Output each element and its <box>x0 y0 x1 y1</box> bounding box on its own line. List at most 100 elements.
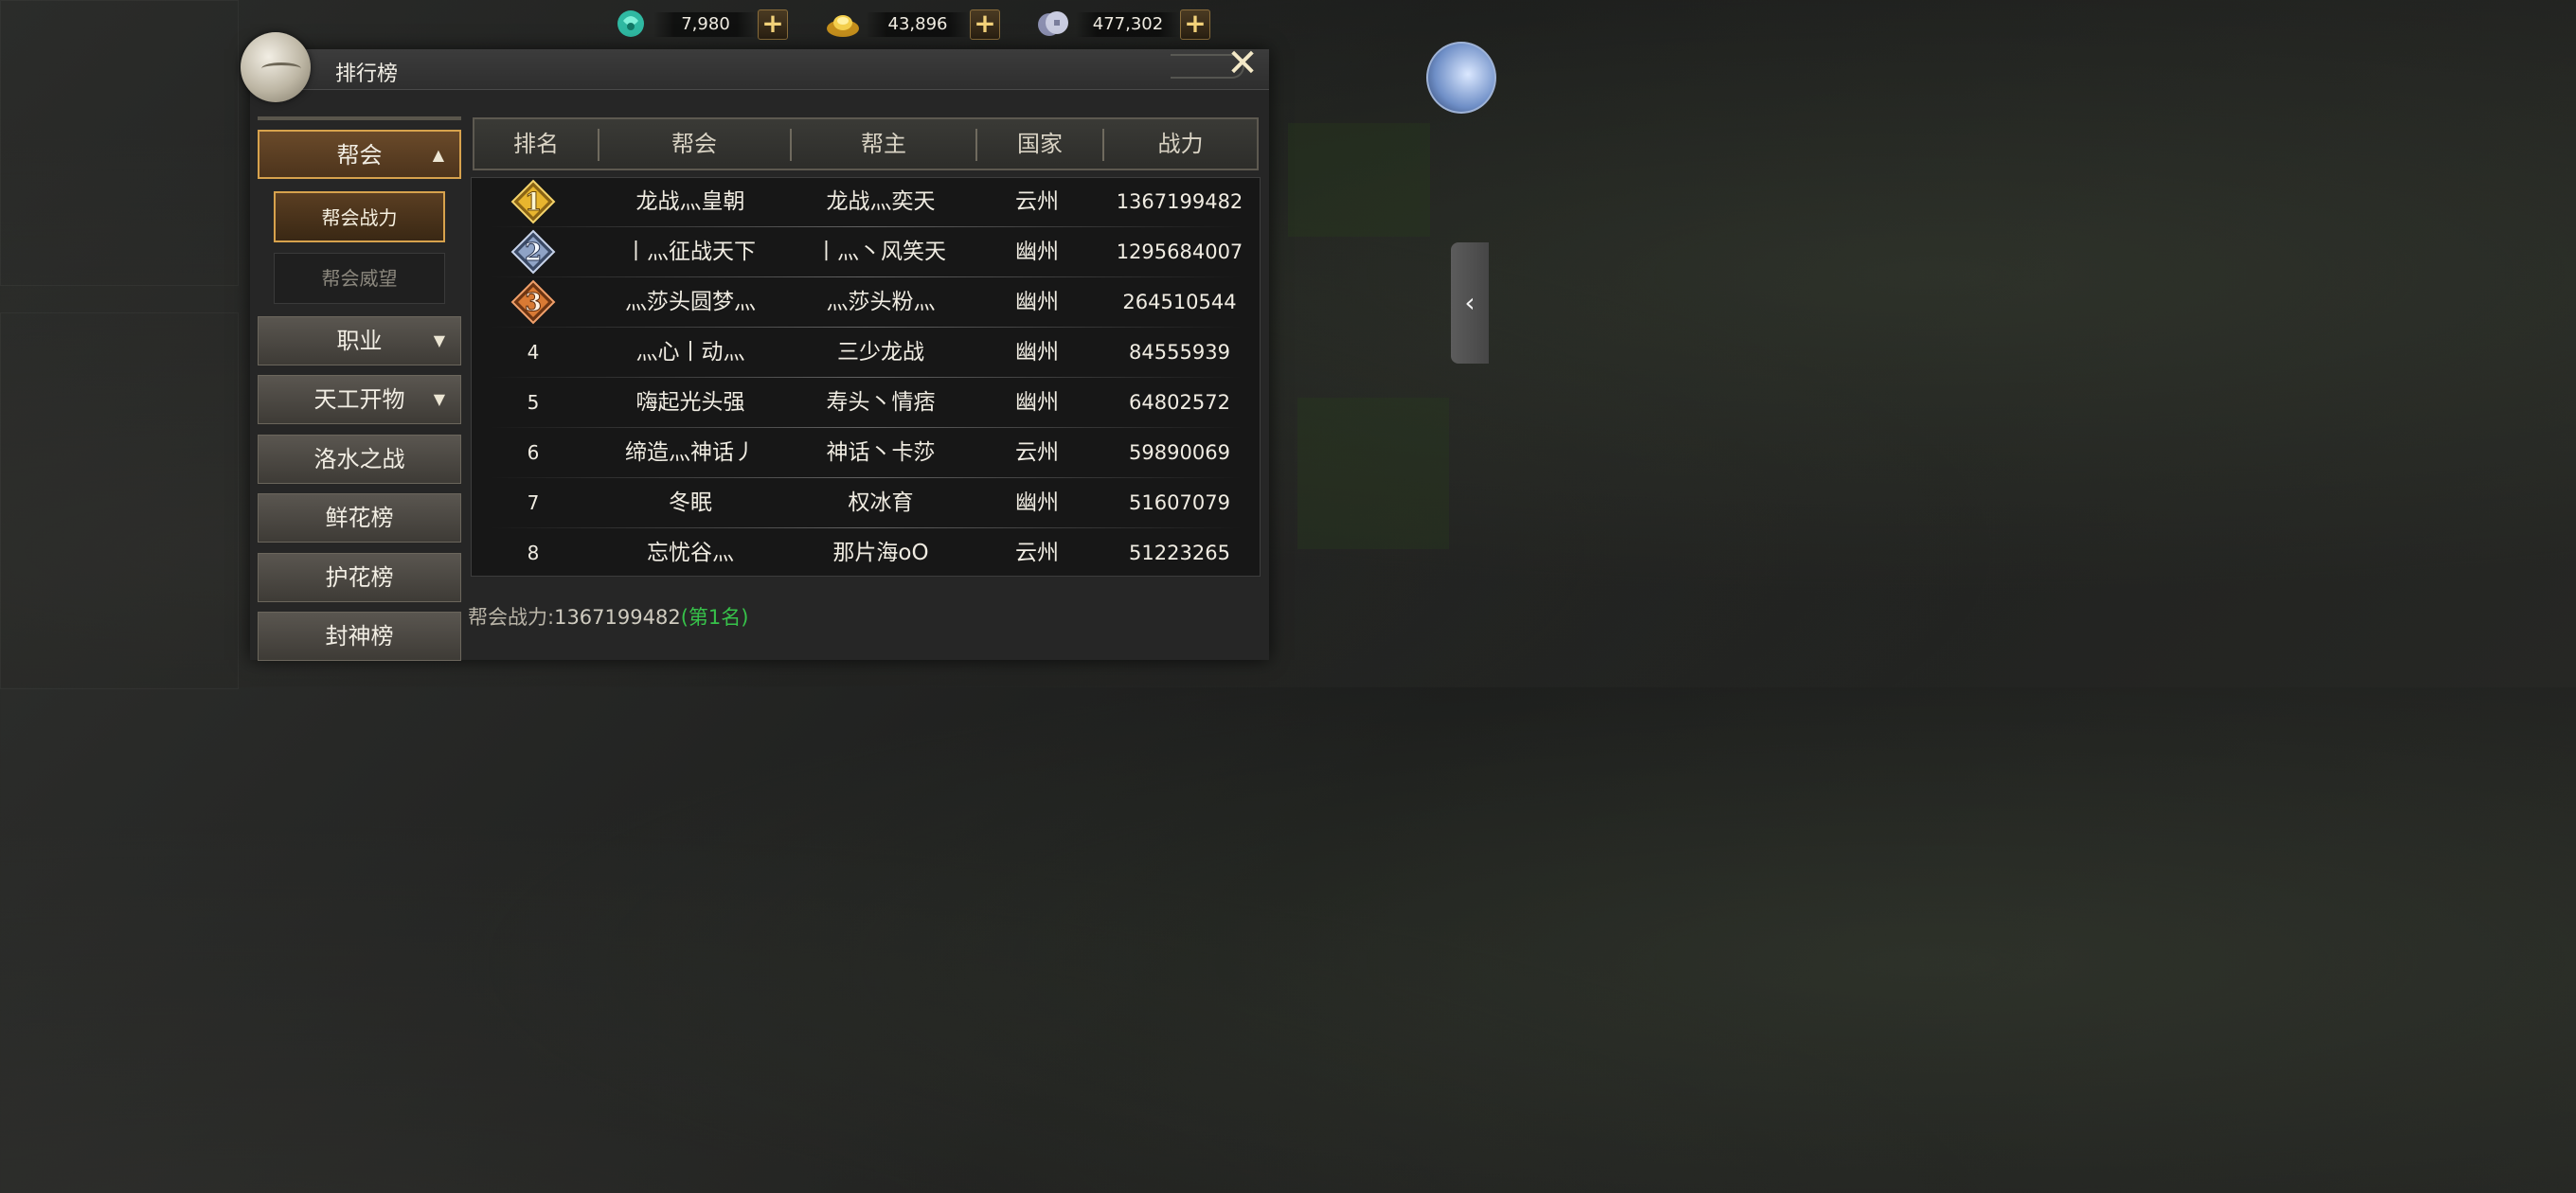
country: 幽州 <box>1015 340 1059 365</box>
collapse-arrow-icon: ▲ <box>432 146 444 164</box>
side-skill-orb-icon[interactable] <box>1426 42 1496 114</box>
table-row[interactable]: 5 嗨起光头强 寿头丶情痞 幽州 64802572 <box>471 378 1261 428</box>
expand-arrow-icon: ▼ <box>433 390 445 408</box>
column-header-country: 国家 <box>1017 131 1063 157</box>
add-silver-button[interactable]: + <box>1180 9 1210 40</box>
table-row[interactable]: 2 丨灬征战天下 丨灬丶风笑天 幽州 1295684007 <box>471 227 1261 277</box>
country: 幽州 <box>1015 240 1059 264</box>
combat-power: 1367199482 <box>1116 190 1243 213</box>
guild-name: 丨灬征战天下 <box>625 240 756 264</box>
menu-subitem-guild-power[interactable]: 帮会战力 <box>274 191 445 242</box>
menu-subitem-label: 帮会战力 <box>321 206 398 229</box>
currency-silver: 477,302 + <box>1036 6 1212 42</box>
country: 云州 <box>1015 541 1059 565</box>
svg-text:2: 2 <box>525 239 542 267</box>
guild-name: 灬心丨动灬 <box>635 340 745 365</box>
leader-name: 三少龙战 <box>837 340 924 365</box>
guild-name: 冬眠 <box>669 490 712 515</box>
gold-amount: 43,896 <box>866 12 970 37</box>
rank-number: 7 <box>527 491 540 514</box>
menu-category-crafting[interactable]: 天工开物 ▼ <box>258 375 461 424</box>
summary-label: 帮会战力: <box>468 606 555 629</box>
guild-name: 灬莎头圆梦灬 <box>625 290 756 314</box>
rank-number: 4 <box>527 341 540 364</box>
rank-number: 5 <box>527 391 540 414</box>
table-row[interactable]: 8 忘忧谷灬 那片海oO 云州 51223265 <box>471 528 1261 579</box>
menu-category-label: 帮会 <box>336 142 383 169</box>
leader-name: 权冰育 <box>848 490 914 515</box>
combat-power: 264510544 <box>1122 291 1237 313</box>
rank-number: 8 <box>527 542 540 564</box>
summary-value: 1367199482 <box>554 606 681 629</box>
leader-name: 神话丶卡莎 <box>826 440 936 465</box>
silver-coin-icon <box>1038 11 1068 36</box>
add-gold-button[interactable]: + <box>970 9 1000 40</box>
gold-ingot-icon <box>827 15 859 37</box>
title-bar <box>250 49 1269 90</box>
menu-category-label: 职业 <box>336 328 383 354</box>
svg-text:3: 3 <box>525 289 542 317</box>
combat-power: 51607079 <box>1129 491 1230 514</box>
table-header: 排名 帮会 帮主 国家 战力 <box>473 117 1259 170</box>
country: 幽州 <box>1015 290 1059 314</box>
menu-subitem-guild-prestige[interactable]: 帮会威望 <box>274 253 445 304</box>
silver-medal-icon: 2 <box>510 229 556 275</box>
combat-power: 1295684007 <box>1116 240 1243 263</box>
column-header-leader: 帮主 <box>861 131 906 157</box>
menu-category-label: 封神榜 <box>325 623 394 650</box>
column-header-power: 战力 <box>1157 131 1204 157</box>
svg-text:1: 1 <box>525 188 542 217</box>
table-row[interactable]: 4 灬心丨动灬 三少龙战 幽州 84555939 <box>471 328 1261 378</box>
column-header-guild: 帮会 <box>671 131 717 157</box>
menu-subitem-label: 帮会威望 <box>321 267 398 290</box>
table-row[interactable]: 7 冬眠 权冰育 幽州 51607079 <box>471 478 1261 528</box>
combat-power: 59890069 <box>1129 441 1230 464</box>
summary-rank: (第1名) <box>680 606 749 629</box>
table-row[interactable]: 6 缔造灬神话丿 神话丶卡莎 云州 59890069 <box>471 428 1261 478</box>
country: 幽州 <box>1015 390 1059 415</box>
background-tile <box>0 312 239 689</box>
gold-medal-icon: 1 <box>510 179 556 224</box>
guild-name: 缔造灬神话丿 <box>625 440 756 465</box>
add-jade-button[interactable]: + <box>758 9 788 40</box>
silver-amount: 477,302 <box>1076 12 1180 37</box>
leader-name: 灬莎头粉灬 <box>826 290 936 314</box>
leader-name: 那片海oO <box>832 541 929 565</box>
my-guild-power-summary: 帮会战力:1367199482(第1名) <box>468 602 748 631</box>
chevron-left-icon: ‹ <box>1464 287 1476 318</box>
menu-category-flower-ranking[interactable]: 鲜花榜 <box>258 493 461 543</box>
leader-name: 丨灬丶风笑天 <box>815 240 946 264</box>
country: 云州 <box>1015 189 1059 214</box>
title-orb-emblem <box>241 32 311 102</box>
jade-coin-icon <box>617 10 644 37</box>
menu-category-luoshui-battle[interactable]: 洛水之战 <box>258 435 461 484</box>
guild-name: 忘忧谷灬 <box>647 541 734 565</box>
background-grass <box>1297 398 1449 549</box>
currency-jade: 7,980 + <box>614 6 790 42</box>
menu-category-label: 天工开物 <box>313 386 405 413</box>
table-row[interactable]: 3 灬莎头圆梦灬 灬莎头粉灬 幽州 264510544 <box>471 277 1261 328</box>
background-grass <box>1288 123 1430 237</box>
menu-category-profession[interactable]: 职业 ▼ <box>258 316 461 365</box>
background-tile <box>0 0 239 286</box>
menu-top-divider <box>258 116 461 120</box>
expand-arrow-icon: ▼ <box>433 331 445 349</box>
panel-title: 排行榜 <box>335 62 399 86</box>
menu-category-guild[interactable]: 帮会 ▲ <box>258 130 461 179</box>
combat-power: 51223265 <box>1129 542 1230 564</box>
guild-name: 龙战灬皇朝 <box>635 189 745 214</box>
close-x-icon[interactable]: ✕ <box>1225 45 1260 82</box>
menu-category-protector-ranking[interactable]: 护花榜 <box>258 553 461 602</box>
leader-name: 寿头丶情痞 <box>826 390 936 415</box>
side-panel-toggle[interactable]: ‹ <box>1451 242 1489 364</box>
bronze-medal-icon: 3 <box>510 279 556 325</box>
leader-name: 龙战灬奕天 <box>826 189 936 214</box>
menu-category-deity-ranking[interactable]: 封神榜 <box>258 612 461 661</box>
menu-category-label: 洛水之战 <box>313 446 405 472</box>
rank-number: 6 <box>527 441 540 464</box>
guild-name: 嗨起光头强 <box>635 390 745 415</box>
combat-power: 64802572 <box>1129 391 1230 414</box>
table-row[interactable]: 1 龙战灬皇朝 龙战灬奕天 云州 1367199482 <box>471 177 1261 227</box>
jade-amount: 7,980 <box>653 12 758 37</box>
column-header-rank: 排名 <box>513 131 559 157</box>
